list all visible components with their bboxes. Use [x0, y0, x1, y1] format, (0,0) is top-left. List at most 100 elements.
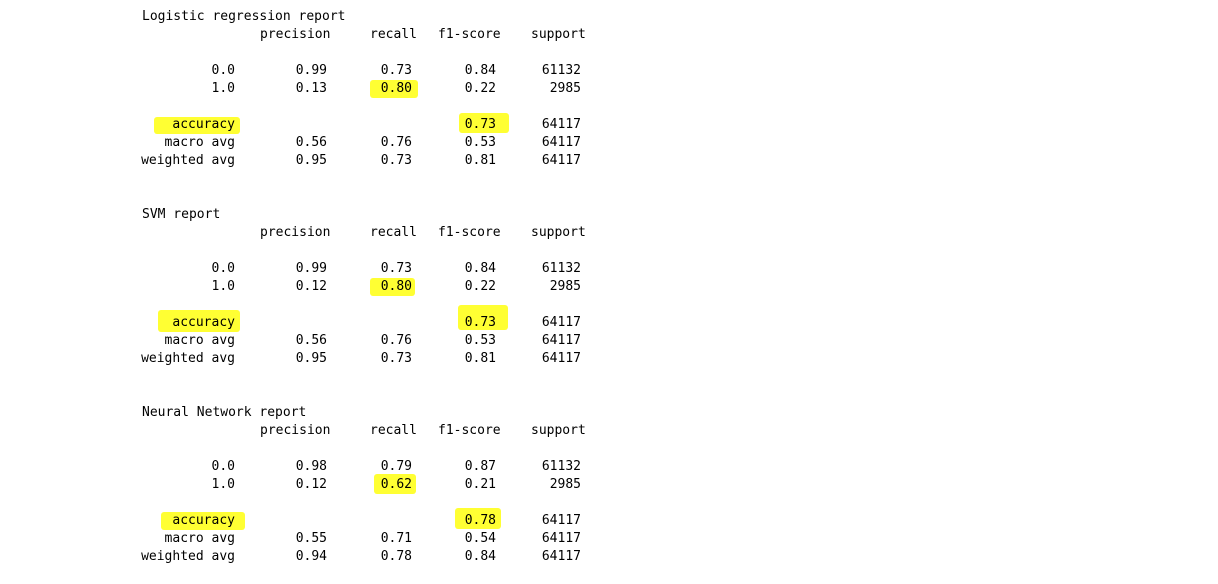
report-svm: SVM report precision recall f1-score sup… — [0, 206, 640, 386]
report-title: Neural Network report — [142, 405, 307, 420]
support-value: 61132 — [541, 63, 581, 78]
recall-value: 0.76 — [380, 333, 412, 348]
support-value: 64117 — [541, 351, 581, 366]
precision-value: 0.12 — [295, 279, 327, 294]
recall-value: 0.73 — [380, 261, 412, 276]
header-recall: recall — [370, 27, 417, 42]
row-label: macro avg — [164, 135, 235, 150]
row-label: 0.0 — [211, 63, 235, 78]
header-recall: recall — [370, 225, 417, 240]
row-label: weighted avg — [141, 351, 235, 366]
precision-value: 0.95 — [295, 153, 327, 168]
support-value: 2985 — [549, 81, 581, 96]
header-row: precision recall f1-score support — [0, 26, 640, 44]
support-value: 64117 — [541, 117, 581, 132]
precision-value: 0.94 — [295, 549, 327, 564]
recall-value: 0.80 — [380, 279, 412, 294]
table-row-macro-avg: macro avg 0.56 0.76 0.53 64117 — [0, 134, 640, 152]
precision-value: 0.56 — [295, 333, 327, 348]
precision-value: 0.55 — [295, 531, 327, 546]
header-row: precision recall f1-score support — [0, 422, 640, 440]
row-label: accuracy — [172, 117, 235, 132]
table-row-class-1: 1.0 0.12 0.80 0.22 2985 — [0, 278, 640, 296]
table-row-macro-avg: macro avg 0.55 0.71 0.54 64117 — [0, 530, 640, 548]
table-row-accuracy: accuracy 0.73 64117 — [0, 113, 640, 134]
f1-value: 0.84 — [464, 549, 496, 564]
support-value: 64117 — [541, 135, 581, 150]
f1-value: 0.53 — [464, 135, 496, 150]
f1-value: 0.81 — [464, 351, 496, 366]
f1-value: 0.53 — [464, 333, 496, 348]
header-f1-score: f1-score — [438, 225, 501, 240]
precision-value: 0.99 — [295, 261, 327, 276]
report-title: SVM report — [142, 207, 221, 222]
row-label: macro avg — [164, 531, 235, 546]
recall-value: 0.73 — [380, 153, 412, 168]
table-row-class-1: 1.0 0.12 0.62 0.21 2985 — [0, 474, 640, 494]
table-row-class-1: 1.0 0.13 0.80 0.22 2985 — [0, 80, 640, 98]
precision-value: 0.95 — [295, 351, 327, 366]
row-label: 1.0 — [211, 81, 235, 96]
row-label: 0.0 — [211, 261, 235, 276]
header-f1-score: f1-score — [438, 27, 501, 42]
precision-value: 0.56 — [295, 135, 327, 150]
header-support: support — [531, 423, 586, 438]
support-value: 61132 — [541, 261, 581, 276]
support-value: 64117 — [541, 549, 581, 564]
table-row-weighted-avg: weighted avg 0.95 0.73 0.81 64117 — [0, 350, 640, 368]
support-value: 64117 — [541, 333, 581, 348]
recall-value: 0.78 — [380, 549, 412, 564]
f1-value: 0.22 — [464, 81, 496, 96]
f1-value: 0.73 — [464, 315, 496, 330]
header-row: precision recall f1-score support — [0, 224, 640, 242]
precision-value: 0.98 — [295, 459, 327, 474]
table-row-class-0: 0.0 0.98 0.79 0.87 61132 — [0, 458, 640, 476]
f1-value: 0.84 — [464, 261, 496, 276]
row-label: weighted avg — [141, 549, 235, 564]
header-precision: precision — [260, 423, 331, 438]
precision-value: 0.12 — [295, 477, 327, 492]
table-row-macro-avg: macro avg 0.56 0.76 0.53 64117 — [0, 332, 640, 350]
f1-value: 0.81 — [464, 153, 496, 168]
precision-value: 0.13 — [295, 81, 327, 96]
header-recall: recall — [370, 423, 417, 438]
table-row-weighted-avg: weighted avg 0.95 0.73 0.81 64117 — [0, 152, 640, 170]
support-value: 2985 — [549, 279, 581, 294]
support-value: 2985 — [549, 477, 581, 492]
f1-value: 0.22 — [464, 279, 496, 294]
precision-value: 0.99 — [295, 63, 327, 78]
row-label: accuracy — [172, 513, 235, 528]
support-value: 61132 — [541, 459, 581, 474]
f1-value: 0.78 — [464, 513, 496, 528]
recall-value: 0.76 — [380, 135, 412, 150]
f1-value: 0.73 — [464, 117, 496, 132]
f1-value: 0.21 — [464, 477, 496, 492]
header-f1-score: f1-score — [438, 423, 501, 438]
table-row-weighted-avg: weighted avg 0.94 0.78 0.84 64117 — [0, 548, 640, 566]
row-label: weighted avg — [141, 153, 235, 168]
table-row-class-0: 0.0 0.99 0.73 0.84 61132 — [0, 260, 640, 278]
row-label: macro avg — [164, 333, 235, 348]
recall-value: 0.73 — [380, 63, 412, 78]
header-precision: precision — [260, 225, 331, 240]
report-logistic-regression: Logistic regression report precision rec… — [0, 8, 640, 188]
f1-value: 0.84 — [464, 63, 496, 78]
f1-value: 0.54 — [464, 531, 496, 546]
header-support: support — [531, 27, 586, 42]
report-title: Logistic regression report — [142, 9, 346, 24]
recall-value: 0.80 — [380, 81, 412, 96]
recall-value: 0.62 — [380, 477, 412, 492]
support-value: 64117 — [541, 531, 581, 546]
table-row-accuracy: accuracy 0.78 64117 — [0, 508, 640, 530]
f1-value: 0.87 — [464, 459, 496, 474]
recall-value: 0.71 — [380, 531, 412, 546]
recall-value: 0.73 — [380, 351, 412, 366]
support-value: 64117 — [541, 315, 581, 330]
header-support: support — [531, 225, 586, 240]
support-value: 64117 — [541, 513, 581, 528]
support-value: 64117 — [541, 153, 581, 168]
row-label: 1.0 — [211, 279, 235, 294]
row-label: accuracy — [172, 315, 235, 330]
table-row-class-0: 0.0 0.99 0.73 0.84 61132 — [0, 62, 640, 80]
row-label: 1.0 — [211, 477, 235, 492]
